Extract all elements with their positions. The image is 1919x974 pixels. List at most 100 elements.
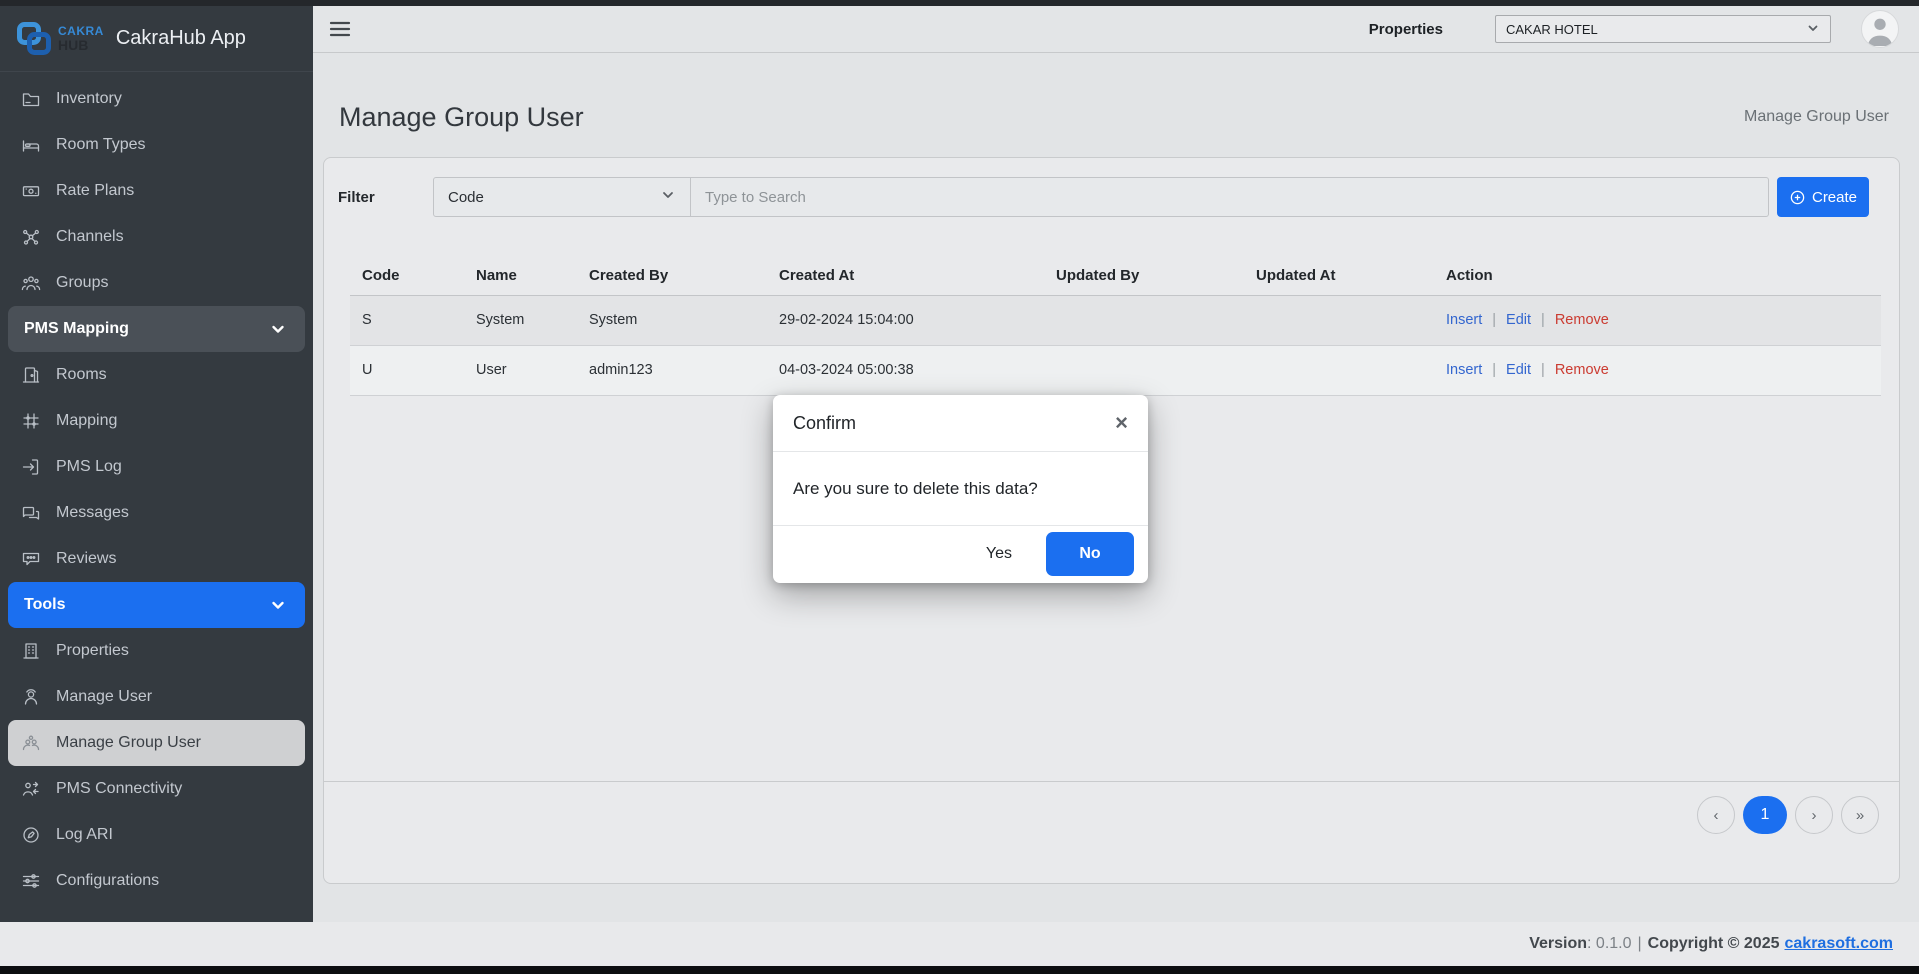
sidebar-item-room-types[interactable]: Room Types <box>8 122 305 168</box>
cell-created-by: admin123 <box>577 345 767 395</box>
channels-icon <box>20 226 42 248</box>
page-title: Manage Group User <box>339 102 584 133</box>
col-header-code: Code <box>350 257 464 295</box>
yes-button[interactable]: Yes <box>962 535 1036 573</box>
version-label: Version <box>1529 935 1587 953</box>
logo-text: CAKRA HUB <box>58 25 104 52</box>
top-strip <box>0 0 1919 6</box>
pagination-page-1-button[interactable]: 1 <box>1743 796 1787 834</box>
cakrahub-logo-icon <box>16 21 54 57</box>
breadcrumb: Manage Group User <box>1744 108 1889 126</box>
app-window: CAKRA HUB CakraHub App Inventory Room Ty… <box>0 0 1919 974</box>
rooms-icon <box>20 364 42 386</box>
sidebar-item-channels[interactable]: Channels <box>8 214 305 260</box>
plus-circle-icon <box>1789 189 1806 206</box>
confirm-dialog-body: Are you sure to delete this data? <box>773 452 1148 526</box>
user-avatar[interactable] <box>1861 10 1899 48</box>
card-body: Filter Code Create <box>324 158 1899 396</box>
cell-updated-at <box>1244 345 1434 395</box>
action-divider: | <box>1492 312 1496 328</box>
copyright-text: Copyright © 2025 <box>1648 935 1780 953</box>
remove-link[interactable]: Remove <box>1555 312 1609 328</box>
sidebar-item-manage-user[interactable]: Manage User <box>8 674 305 720</box>
sidebar-item-mapping[interactable]: Mapping <box>8 398 305 444</box>
rate-plans-icon <box>20 180 42 202</box>
no-button[interactable]: No <box>1046 532 1134 576</box>
action-divider: | <box>1541 312 1545 328</box>
search-input[interactable] <box>690 177 1769 217</box>
action-divider: | <box>1492 362 1496 378</box>
col-header-name: Name <box>464 257 577 295</box>
pagination-next-button[interactable]: › <box>1795 796 1833 834</box>
filter-field-value: Code <box>448 189 484 206</box>
sidebar-item-log-ari[interactable]: Log ARI <box>8 812 305 858</box>
close-icon[interactable]: × <box>1115 412 1128 434</box>
confirm-dialog-title: Confirm <box>793 413 856 434</box>
properties-icon <box>20 640 42 662</box>
pagination-last-button[interactable]: » <box>1841 796 1879 834</box>
remove-link[interactable]: Remove <box>1555 362 1609 378</box>
cell-created-at: 29-02-2024 15:04:00 <box>767 295 1044 345</box>
sidebar-section-tools[interactable]: Tools <box>8 582 305 628</box>
table-header-row: Code Name Created By Created At Updated … <box>350 257 1881 295</box>
chevron-down-icon <box>1806 21 1820 38</box>
sidebar-item-properties[interactable]: Properties <box>8 628 305 674</box>
cakrasoft-link[interactable]: cakrasoft.com <box>1785 935 1894 953</box>
cell-updated-at <box>1244 295 1434 345</box>
edit-link[interactable]: Edit <box>1506 362 1531 378</box>
confirm-dialog-footer: Yes No <box>773 526 1148 581</box>
pms-connectivity-icon <box>20 778 42 800</box>
properties-label: Properties <box>1369 21 1443 38</box>
reviews-icon <box>20 548 42 570</box>
insert-link[interactable]: Insert <box>1446 362 1482 378</box>
filter-field-select[interactable]: Code <box>433 177 691 217</box>
manage-group-user-icon <box>20 732 42 754</box>
hamburger-menu-icon[interactable] <box>325 14 355 44</box>
groups-icon <box>20 272 42 294</box>
cell-code: S <box>350 295 464 345</box>
sidebar-item-configurations[interactable]: Configurations <box>8 858 305 904</box>
topnav-right: Properties CAKAR HOTEL <box>1369 10 1899 48</box>
room-types-icon <box>20 134 42 156</box>
pagination: ‹ 1 › » <box>324 781 1899 883</box>
col-header-created-at: Created At <box>767 257 1044 295</box>
version-value: : 0.1.0 <box>1587 935 1631 953</box>
insert-link[interactable]: Insert <box>1446 312 1482 328</box>
cell-created-by: System <box>577 295 767 345</box>
filter-row: Filter Code Create <box>338 177 1869 217</box>
content-header: Manage Group User Manage Group User <box>313 53 1919 157</box>
inventory-icon <box>20 88 42 110</box>
table-row: U User admin123 04-03-2024 05:00:38 Inse… <box>350 345 1881 395</box>
property-select[interactable]: CAKAR HOTEL <box>1495 15 1831 43</box>
sidebar-item-rooms[interactable]: Rooms <box>8 352 305 398</box>
cell-name: System <box>464 295 577 345</box>
pagination-prev-button[interactable]: ‹ <box>1697 796 1735 834</box>
manage-user-icon <box>20 686 42 708</box>
cell-updated-by <box>1044 345 1244 395</box>
action-divider: | <box>1541 362 1545 378</box>
cell-updated-by <box>1044 295 1244 345</box>
col-header-action: Action <box>1434 257 1881 295</box>
sidebar-item-manage-group-user[interactable]: Manage Group User <box>8 720 305 766</box>
bottom-strip <box>0 966 1919 974</box>
confirm-dialog: Confirm × Are you sure to delete this da… <box>773 395 1148 583</box>
create-button[interactable]: Create <box>1777 177 1869 217</box>
sidebar-item-rate-plans[interactable]: Rate Plans <box>8 168 305 214</box>
configurations-icon <box>20 870 42 892</box>
sidebar-item-groups[interactable]: Groups <box>8 260 305 306</box>
messages-icon <box>20 502 42 524</box>
cell-code: U <box>350 345 464 395</box>
sidebar-item-inventory[interactable]: Inventory <box>8 76 305 122</box>
edit-link[interactable]: Edit <box>1506 312 1531 328</box>
sidebar-section-pms-mapping[interactable]: PMS Mapping <box>8 306 305 352</box>
sidebar-item-messages[interactable]: Messages <box>8 490 305 536</box>
chevron-down-icon <box>660 187 676 207</box>
sidebar-item-pms-connectivity[interactable]: PMS Connectivity <box>8 766 305 812</box>
col-header-created-by: Created By <box>577 257 767 295</box>
cell-name: User <box>464 345 577 395</box>
brand[interactable]: CAKRA HUB CakraHub App <box>0 6 313 72</box>
top-navbar: Properties CAKAR HOTEL <box>313 6 1919 53</box>
sidebar-item-reviews[interactable]: Reviews <box>8 536 305 582</box>
sidebar-item-pms-log[interactable]: PMS Log <box>8 444 305 490</box>
chevron-down-icon <box>267 594 289 616</box>
